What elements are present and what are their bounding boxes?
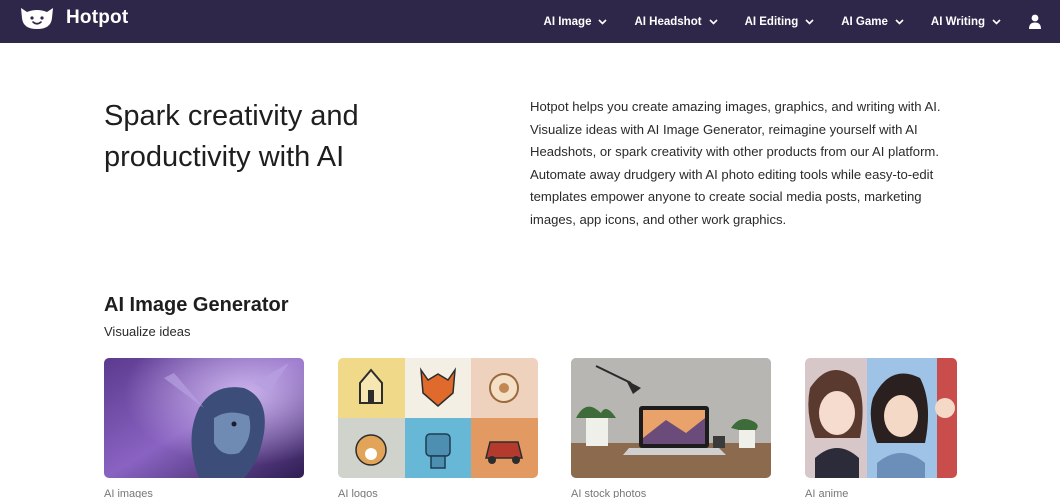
chevron-down-icon: [805, 18, 814, 25]
nav-label: AI Headshot: [634, 15, 702, 28]
hero-title: Spark creativity and productivity with A…: [104, 100, 359, 173]
user-account-icon[interactable]: [1028, 14, 1042, 29]
card-ai-images[interactable]: [104, 358, 304, 478]
nav-ai-image[interactable]: AI Image: [544, 16, 608, 28]
top-navbar: Hotpot AI Image AI Headshot AI Editing A…: [0, 0, 1060, 43]
chevron-down-icon: [598, 18, 608, 25]
section-subtitle: Visualize ideas: [104, 324, 191, 339]
card-label[interactable]: AI logos: [338, 488, 378, 498]
card-ai-stock-photos[interactable]: [571, 358, 771, 478]
brand-link[interactable]: Hotpot: [18, 5, 128, 31]
card-ai-anime[interactable]: [805, 358, 957, 478]
card-ai-logos[interactable]: [338, 358, 538, 478]
hero-description: Hotpot helps you create amazing images, …: [530, 99, 941, 227]
card-label[interactable]: AI anime: [805, 488, 848, 498]
ai-stock-photos-thumbnail: [571, 358, 771, 478]
nav-ai-editing[interactable]: AI Editing: [745, 16, 815, 28]
nav-label: AI Image: [543, 15, 592, 28]
nav-ai-headshot[interactable]: AI Headshot: [634, 15, 718, 28]
hotpot-logo-icon: [21, 8, 53, 29]
chevron-down-icon: [895, 18, 904, 25]
card-label[interactable]: AI stock photos: [571, 488, 646, 498]
nav-ai-writing[interactable]: AI Writing: [931, 16, 1001, 28]
card-label[interactable]: AI images: [104, 488, 153, 498]
ai-logos-thumbnail: [338, 358, 538, 478]
main-nav: AI Image AI Headshot AI Editing AI Game …: [544, 0, 1042, 43]
ai-anime-thumbnail: [805, 358, 957, 478]
nav-label: AI Game: [841, 15, 888, 28]
ai-images-thumbnail: [104, 358, 304, 478]
brand-name: Hotpot: [66, 7, 129, 28]
nav-label: AI Writing: [930, 15, 985, 28]
nav-ai-game[interactable]: AI Game: [841, 16, 904, 28]
section-title: AI Image Generator: [104, 294, 289, 316]
nav-label: AI Editing: [744, 15, 799, 28]
chevron-down-icon: [992, 18, 1001, 25]
chevron-down-icon: [708, 18, 718, 25]
